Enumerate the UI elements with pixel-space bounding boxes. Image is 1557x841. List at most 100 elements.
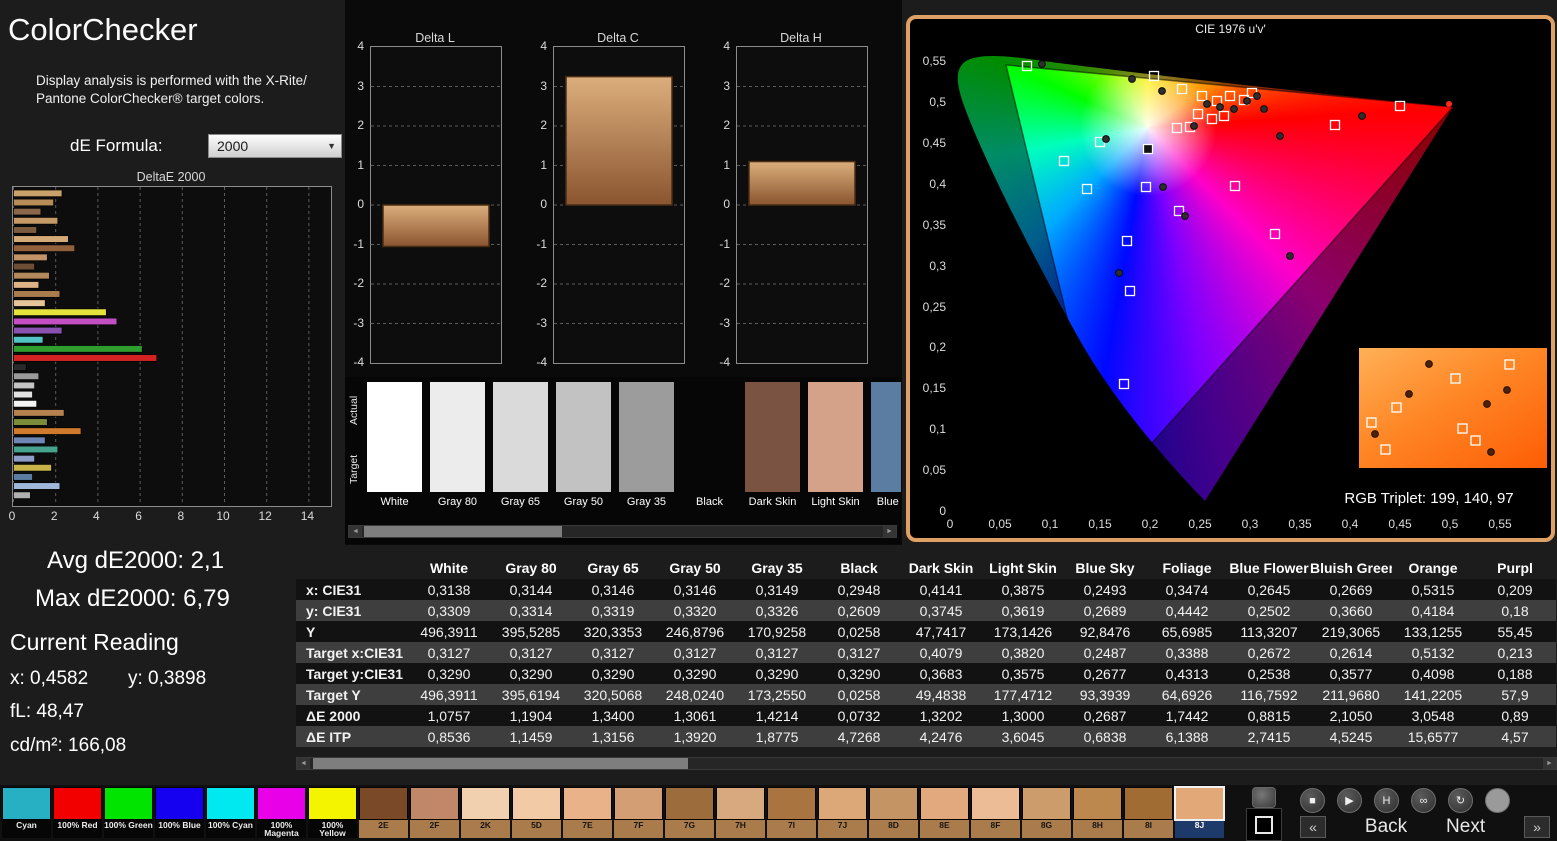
window-icon <box>1255 815 1273 834</box>
stop-icon[interactable]: ■ <box>1300 788 1325 813</box>
deltae-bar <box>13 299 46 307</box>
max-de2000: Max dE2000: 6,79 <box>35 585 230 612</box>
deltae-bar <box>13 454 35 463</box>
patch-button-cyan[interactable]: Cyan <box>2 787 51 838</box>
scroll-left-arrow[interactable]: ◄ <box>297 758 310 769</box>
table-cell: 0,3138 <box>427 581 471 598</box>
cie-target-square <box>1394 100 1406 112</box>
table-column-header: White <box>429 559 469 576</box>
table-cell: 1,3202 <box>919 707 963 724</box>
table-cell: 0,2948 <box>837 581 881 598</box>
table-row: y: CIE31 0,3309 0,3314 0,3319 0,3320 0,3326 0,… <box>296 600 1556 621</box>
patch-button-8d[interactable]: 8D <box>869 787 918 838</box>
patch-button-8i[interactable]: 8I <box>1124 787 1173 838</box>
table-row: Target Y 496,3911 395,6194 320,5068 248,0240… <box>296 684 1556 705</box>
patch-button-100-magenta[interactable]: 100% Magenta <box>257 787 306 838</box>
table-cell: 0,2614 <box>1329 644 1373 661</box>
back-arrow-button[interactable]: « <box>1300 816 1326 838</box>
patch-button-2f[interactable]: 2F <box>410 787 459 838</box>
reading-x: x: 0,4582 <box>10 668 89 689</box>
cie-target-square <box>1224 90 1236 102</box>
scroll-left-arrow[interactable]: ◄ <box>349 526 362 537</box>
patch-label: 2K <box>461 820 510 838</box>
table-cell: 0,3127 <box>591 644 635 661</box>
back-button[interactable]: Back <box>1365 816 1407 838</box>
table-cell: 320,5068 <box>583 686 643 703</box>
swatch-scrollbar[interactable]: ◄ ► <box>348 525 897 538</box>
table-row-label: x: CIE31 <box>306 581 362 598</box>
cie-measured-point <box>1358 112 1366 120</box>
cie-measured-point <box>1230 105 1238 113</box>
refresh-icon[interactable]: ↻ <box>1448 788 1473 813</box>
patch-label: 8J <box>1175 820 1224 838</box>
table-cell: 0,2687 <box>1083 707 1127 724</box>
patch-button-8h[interactable]: 8H <box>1073 787 1122 838</box>
table-cell: 113,3207 <box>1240 623 1298 640</box>
table-cell: 1,8775 <box>755 728 799 745</box>
cie-y-tick: 0,1 <box>929 422 946 437</box>
patch-button-7e[interactable]: 7E <box>563 787 612 838</box>
table-cell: 0,3127 <box>427 644 471 661</box>
table-cell: 133,1255 <box>1403 623 1463 640</box>
table-scrollbar[interactable]: ◄ ► <box>296 757 1557 770</box>
cie-target-square <box>1196 90 1208 102</box>
deltae-bar <box>13 244 76 252</box>
scroll-right-arrow[interactable]: ► <box>883 526 896 537</box>
next-button[interactable]: Next <box>1446 816 1485 838</box>
scroll-thumb[interactable] <box>364 526 562 537</box>
patch-swatch <box>869 787 918 820</box>
patch-swatch <box>461 787 510 820</box>
blank-icon[interactable] <box>1485 788 1510 813</box>
table-cell: 0,6838 <box>1083 728 1127 745</box>
table-column-header: Gray 50 <box>669 559 721 576</box>
patch-button-8j[interactable]: 8J <box>1174 786 1225 838</box>
patch-button-7i[interactable]: 7I <box>767 787 816 838</box>
table-cell: 47,7417 <box>915 623 967 640</box>
patch-button-100-blue[interactable]: 100% Blue <box>155 787 204 838</box>
patch-button-100-cyan[interactable]: 100% Cyan <box>206 787 255 838</box>
patch-button-5d[interactable]: 5D <box>512 787 561 838</box>
inset-measured-point <box>1487 448 1495 456</box>
scroll-thumb[interactable] <box>313 758 688 769</box>
patch-button-2k[interactable]: 2K <box>461 787 510 838</box>
patch-swatch <box>206 787 255 820</box>
table-cell: 0,0258 <box>837 686 881 703</box>
deltae-bar <box>13 235 69 243</box>
table-cell: 0,0258 <box>837 623 881 640</box>
de-formula-dropdown[interactable]: 2000 ▼ <box>208 134 342 158</box>
marker-icon[interactable]: H <box>1374 788 1399 813</box>
deltae-x-tick: 4 <box>93 509 100 523</box>
table-cell: 1,4214 <box>755 707 799 724</box>
cie-target-square <box>1329 119 1341 131</box>
patch-button-2e[interactable]: 2E <box>359 787 408 838</box>
table-cell: 0,3127 <box>755 644 799 661</box>
patch-button-8g[interactable]: 8G <box>1022 787 1071 838</box>
deltae-bar <box>13 317 118 326</box>
table-cell: 2,1050 <box>1329 707 1373 724</box>
deltae-bar <box>13 427 82 435</box>
patch-button-100-green[interactable]: 100% Green <box>104 787 153 838</box>
patch-button-7g[interactable]: 7G <box>665 787 714 838</box>
table-cell: 173,2550 <box>747 686 807 703</box>
play-icon[interactable]: ▶ <box>1337 788 1362 813</box>
deltae-bar <box>13 336 44 344</box>
pattern-mini-button[interactable] <box>1252 787 1276 808</box>
patch-button-100-yellow[interactable]: 100% Yellow <box>308 787 357 838</box>
table-cell: 0,3320 <box>673 602 717 619</box>
patch-button-8e[interactable]: 8E <box>920 787 969 838</box>
next-arrow-button[interactable]: » <box>1524 816 1550 838</box>
rgb-triplet-readout: RGB Triplet: 199, 140, 97 <box>1344 490 1514 507</box>
patch-button-7h[interactable]: 7H <box>716 787 765 838</box>
cie-x-tick: 0,2 <box>1141 517 1159 531</box>
swatch-strip-panel: Actual Target White Gray 80 Gray 65 Gray 50 Gr… <box>345 377 901 544</box>
patch-button-8f[interactable]: 8F <box>971 787 1020 838</box>
loop-icon[interactable]: ∞ <box>1411 788 1436 813</box>
pattern-window-button[interactable] <box>1246 808 1282 841</box>
patch-button-100-red[interactable]: 100% Red <box>53 787 102 838</box>
patch-button-7f[interactable]: 7F <box>614 787 663 838</box>
scroll-right-arrow[interactable]: ► <box>1543 758 1556 769</box>
table-cell: 0,2538 <box>1247 665 1291 682</box>
app-title: ColorChecker <box>8 12 198 47</box>
cie-measured-point <box>1159 183 1167 191</box>
patch-button-7j[interactable]: 7J <box>818 787 867 838</box>
